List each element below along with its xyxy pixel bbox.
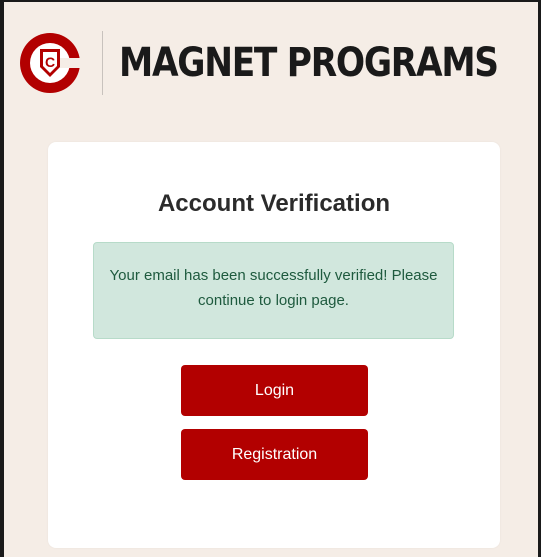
page-frame: C MAGNET PROGRAMS Account Verification Y… <box>0 0 541 557</box>
registration-button[interactable]: Registration <box>181 429 368 480</box>
card-title: Account Verification <box>157 190 391 217</box>
svg-text:C: C <box>45 54 55 70</box>
login-button[interactable]: Login <box>181 365 368 416</box>
success-alert: Your email has been successfully verifie… <box>93 242 454 339</box>
header-divider <box>102 31 103 95</box>
c-badge-logo-icon: C <box>18 31 82 95</box>
verification-card: Account Verification Your email has been… <box>48 142 500 548</box>
site-header: C MAGNET PROGRAMS <box>18 18 541 108</box>
brand-title: MAGNET PROGRAMS <box>119 40 499 86</box>
